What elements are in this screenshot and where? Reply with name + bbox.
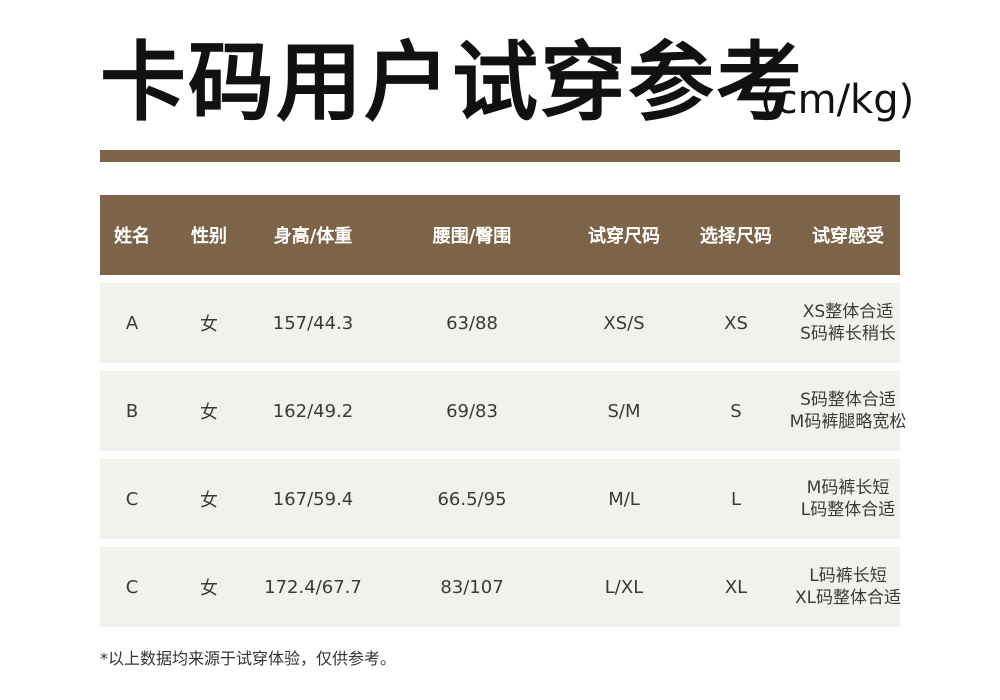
table-row: A 女 157/44.3 63/88 XS/S XS XS整体合适 S码裤长稍长 [100,283,900,363]
cell-height-weight: 157/44.3 [272,312,354,334]
table-header: 姓名 性别 身高/体重 腰围/臀围 试穿尺码 选择尺码 试穿感受 [100,195,900,275]
cell-chosen-size: L [730,488,742,510]
cell-height-weight: 167/59.4 [272,488,354,510]
cell-waist-hip: 63/88 [446,312,498,334]
feel-line-1: XS整体合适 [802,302,894,322]
cell-tried-size: XS/S [603,312,645,334]
cell-gender: 女 [200,402,218,423]
header-chosen-size: 选择尺码 [700,226,772,247]
feel-line-2: S码裤长稍长 [800,324,896,344]
cell-name: C [125,488,139,510]
cell-name: B [125,400,139,422]
cell-waist-hip: 66.5/95 [437,488,507,510]
cell-feel: XS整体合适 S码裤长稍长 [796,283,900,363]
fitting-table: 姓名 性别 身高/体重 腰围/臀围 试穿尺码 选择尺码 试穿感受 A 女 157… [100,195,907,627]
cell-height-weight: 162/49.2 [272,400,354,422]
cell-feel: S码整体合适 M码裤腿略宽松 [790,371,907,451]
cell-tried-size: L/XL [604,576,644,598]
feel-line-2: L码整体合适 [800,500,896,520]
cell-chosen-size: XS [724,312,748,334]
header-gender: 性别 [191,226,227,247]
cell-tried-size: M/L [608,488,640,510]
feel-line-1: L码裤长短 [809,566,887,586]
table-row: B 女 162/49.2 69/83 S/M S S码整体合适 M码裤腿略宽松 [100,371,907,451]
unit-label: (cm/kg) [760,77,915,123]
cell-tried-size: S/M [607,400,641,422]
header-height-weight: 身高/体重 [273,226,353,247]
table-row: C 女 167/59.4 66.5/95 M/L L M码裤长短 L码整体合适 [100,459,900,539]
footnote: *以上数据均来源于试穿体验，仅供参考。 [100,649,397,668]
title-divider [100,150,900,162]
cell-feel: M码裤长短 L码整体合适 [796,459,900,539]
header-tried-size: 试穿尺码 [588,226,660,247]
cell-chosen-size: XL [724,576,748,598]
feel-line-2: M码裤腿略宽松 [789,412,907,432]
cell-waist-hip: 69/83 [446,400,498,422]
cell-gender: 女 [200,314,218,335]
cell-feel: L码裤长短 XL码整体合适 [794,547,902,627]
table-row: C 女 172.4/67.7 83/107 L/XL XL L码裤长短 XL码整… [100,547,902,627]
page-title: 卡码用户试穿参考 [100,33,804,133]
cell-gender: 女 [200,490,218,511]
cell-name: A [125,312,139,334]
header-name: 姓名 [114,226,150,247]
feel-line-1: M码裤长短 [806,478,890,498]
header-feel: 试穿感受 [812,226,884,247]
feel-line-1: S码整体合适 [800,390,896,410]
cell-gender: 女 [200,578,218,599]
cell-height-weight: 172.4/67.7 [264,576,362,598]
header-waist-hip: 腰围/臀围 [432,226,512,247]
cell-waist-hip: 83/107 [440,576,504,598]
cell-chosen-size: S [730,400,742,422]
cell-name: C [125,576,139,598]
feel-line-2: XL码整体合适 [794,588,902,608]
